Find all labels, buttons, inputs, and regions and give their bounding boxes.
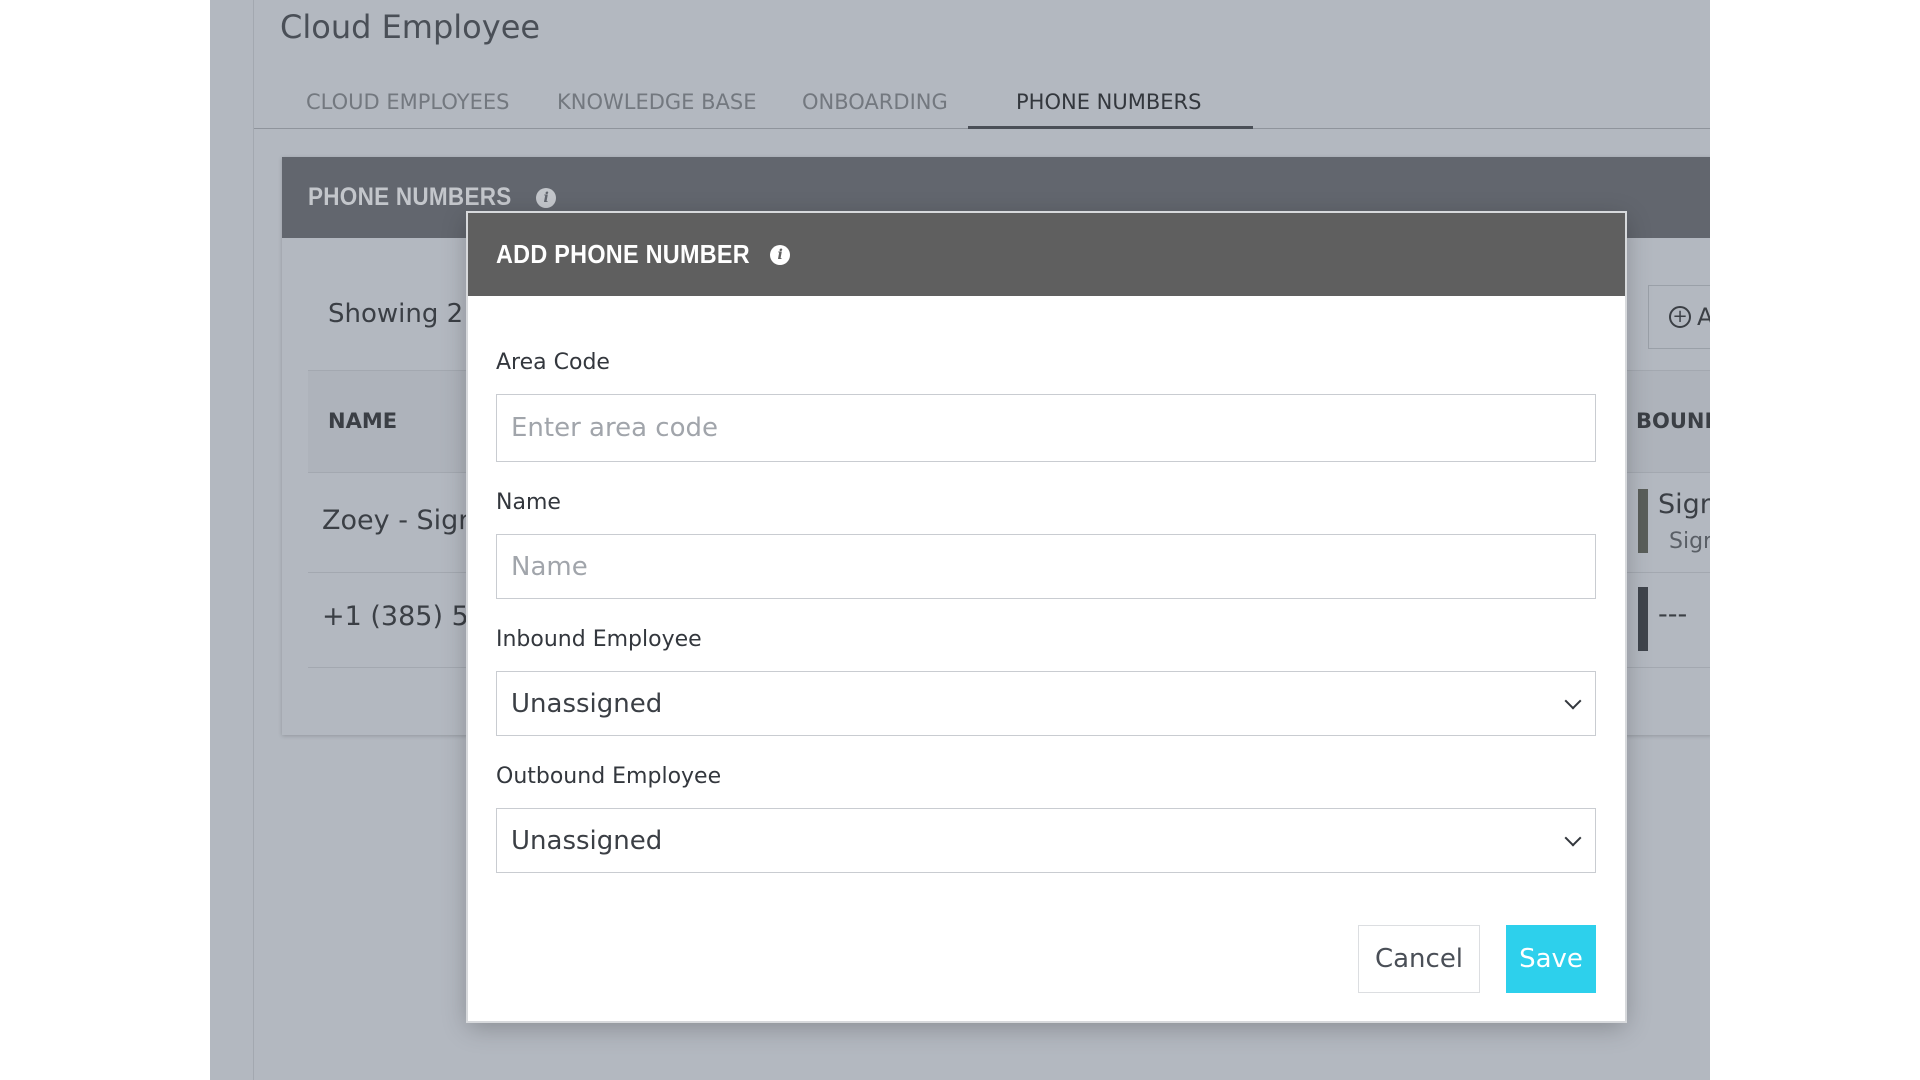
tab-cloud-employees[interactable]: CLOUD EMPLOYEES — [306, 80, 509, 129]
inbound-employee-select[interactable]: Unassigned — [496, 671, 1596, 736]
column-header-name[interactable]: NAME — [328, 409, 397, 433]
sidebar-edge — [210, 0, 254, 1080]
cell-outbound-employee: --- — [1658, 599, 1688, 630]
column-header-outbound[interactable]: BOUND EM — [1636, 409, 1710, 433]
add-phone-number-button[interactable]: + A — [1648, 285, 1710, 349]
tab-knowledge-base[interactable]: KNOWLEDGE BASE — [557, 80, 757, 129]
outbound-employee-label: Outbound Employee — [496, 764, 722, 789]
page-title: Cloud Employee — [280, 8, 541, 46]
add-phone-number-modal: ADD PHONE NUMBER i Area Code Name Inboun… — [468, 213, 1625, 1021]
name-label: Name — [496, 490, 561, 515]
info-icon[interactable]: i — [536, 187, 557, 208]
modal-header: ADD PHONE NUMBER i — [468, 213, 1625, 296]
save-button[interactable]: Save — [1506, 925, 1596, 993]
modal-title: ADD PHONE NUMBER — [496, 239, 750, 269]
plus-circle-icon: + — [1669, 306, 1691, 328]
showing-count: Showing 2 — [328, 299, 464, 329]
area-code-input[interactable] — [496, 394, 1596, 462]
cell-outbound-employee: Signa — [1658, 489, 1710, 520]
chevron-down-icon — [1564, 829, 1582, 846]
avatar — [1638, 587, 1648, 651]
inbound-employee-value: Unassigned — [511, 688, 663, 719]
add-button-label: A — [1697, 303, 1710, 331]
tab-phone-numbers[interactable]: PHONE NUMBERS — [968, 80, 1254, 129]
inbound-employee-label: Inbound Employee — [496, 627, 702, 652]
outbound-employee-value: Unassigned — [511, 825, 663, 856]
area-code-label: Area Code — [496, 350, 610, 375]
chevron-down-icon — [1564, 692, 1582, 709]
name-input[interactable] — [496, 534, 1596, 599]
info-icon[interactable]: i — [770, 244, 791, 265]
cell-name: +1 (385) 50 — [322, 601, 486, 632]
outbound-employee-select[interactable]: Unassigned — [496, 808, 1596, 873]
tab-onboarding[interactable]: ONBOARDING — [802, 80, 948, 129]
cell-name: Zoey - Sign — [322, 505, 476, 536]
avatar — [1638, 489, 1648, 553]
cell-outbound-subtitle: Signa — [1669, 529, 1710, 554]
cancel-button[interactable]: Cancel — [1358, 925, 1480, 993]
tab-bar: CLOUD EMPLOYEES KNOWLEDGE BASE ONBOARDIN… — [254, 80, 1710, 129]
card-title: PHONE NUMBERS — [308, 183, 512, 211]
